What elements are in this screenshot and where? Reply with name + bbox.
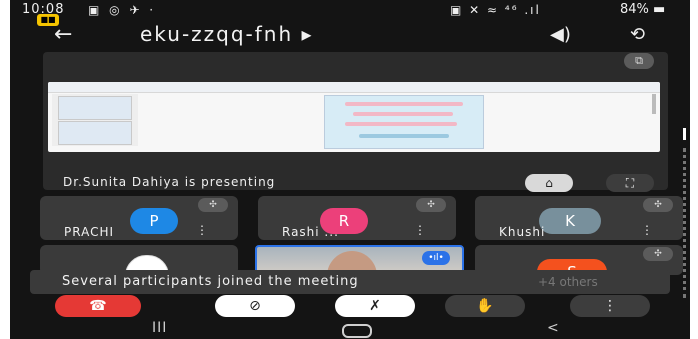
page-scroll-track (683, 148, 689, 298)
fullscreen-button[interactable]: ⛶ (606, 174, 654, 192)
switch-camera-icon[interactable]: ⟲ (630, 24, 645, 45)
toast-message: Several participants joined the meeting (62, 274, 359, 289)
participant-tile[interactable]: ✣ P PRACHI ⋮ (40, 196, 238, 240)
presentation-view[interactable]: ⧉ Dr.Sunita Dahiya is presenting (43, 52, 668, 190)
slide-line (353, 112, 453, 116)
slide-thumbnails (52, 94, 138, 146)
end-call-button[interactable]: ☎ (55, 295, 141, 317)
avatar: P (130, 208, 178, 234)
more-options-icon[interactable]: ⋮ (414, 223, 426, 237)
speaking-indicator-icon: •ıl• (422, 251, 450, 265)
camera-toggle-button[interactable]: ⊘ (215, 295, 295, 317)
status-bar: 10:08 ▣ ◎ ✈ · ▣ ✕ ≈ ⁴⁶ .ıl 84% ▬ (10, 0, 690, 22)
pip-icon[interactable]: ⧉ (624, 53, 654, 69)
mic-toggle-button[interactable]: ✗ (335, 295, 415, 317)
slide-title-bar (345, 102, 463, 106)
slide-scrollbar (652, 94, 656, 114)
home-icon[interactable] (342, 324, 372, 338)
more-options-button[interactable]: ⋮ (570, 295, 650, 317)
slide-thumbnail (58, 96, 132, 120)
signal-icons: ▣ ✕ ≈ ⁴⁶ .ıl (450, 3, 541, 17)
join-toast: Several participants joined the meeting … (30, 270, 670, 294)
more-options-icon[interactable]: ⋮ (641, 223, 653, 237)
notification-icons: ▣ ◎ ✈ · (88, 3, 157, 17)
mic-muted-icon: ✣ (198, 198, 228, 212)
presenter-caption: Dr.Sunita Dahiya is presenting (63, 175, 276, 189)
participant-tile[interactable]: ✣ R Rashi ... ⋮ (258, 196, 456, 240)
avatar: K (539, 208, 601, 234)
participant-name: PRACHI (64, 225, 115, 239)
mic-muted-icon: ✣ (416, 198, 446, 212)
meet-screen: 10:08 ▣ ◎ ✈ · ▣ ✕ ≈ ⁴⁶ .ıl 84% ▬ ← eku-z… (10, 0, 690, 339)
page-scroll-indicator (683, 128, 686, 140)
more-options-icon[interactable]: ⋮ (196, 223, 208, 237)
recording-badge: ■■ (37, 14, 59, 26)
android-nav-bar: III < (10, 320, 690, 339)
slide-line (345, 122, 457, 126)
slide-canvas (324, 95, 484, 149)
participant-name: Khushi (499, 225, 546, 239)
raise-hand-button[interactable]: ✋ (445, 295, 525, 317)
recent-apps-icon[interactable]: III (152, 320, 167, 336)
pin-presentation-button[interactable]: ⌂ (525, 174, 573, 192)
mic-muted-icon: ✣ (643, 247, 673, 261)
meeting-code[interactable]: eku-zzqq-fnh ▸ (140, 22, 314, 46)
participant-tile[interactable]: ✣ K Khushi ⋮ (475, 196, 683, 240)
participant-name: Rashi ... (282, 225, 339, 239)
ppt-ribbon (48, 82, 660, 93)
back-nav-icon[interactable]: < (547, 320, 559, 336)
slide-thumbnail (58, 121, 132, 145)
mic-muted-icon: ✣ (643, 198, 673, 212)
toast-faded-text: +4 others (538, 275, 598, 289)
speaker-icon[interactable]: ◀) (550, 24, 571, 45)
shared-slide (48, 82, 660, 152)
battery-indicator: 84% ▬ (620, 2, 666, 17)
slide-line (359, 134, 449, 138)
top-bar: ← eku-zzqq-fnh ▸ ◀) ⟲ (10, 22, 690, 50)
